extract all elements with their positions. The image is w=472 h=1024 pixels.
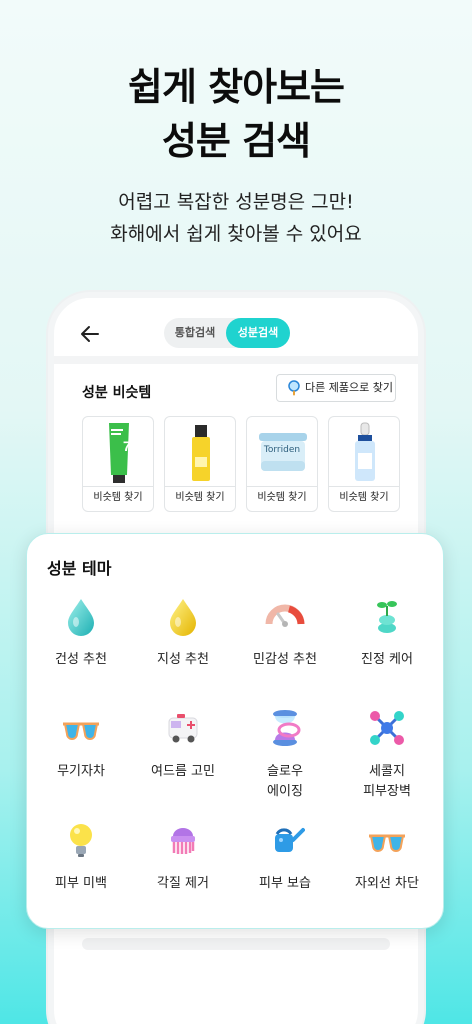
svg-text:7: 7 [123,438,131,454]
headline-line-2: 성분 검색 [161,119,311,163]
green-tube-cream-icon: 7 [109,423,131,483]
water-drop-icon [68,599,94,636]
placeholder-bar [82,938,390,950]
theme-item-label: 건성 추천 [55,652,107,667]
theme-item-label: 자외선 차단 [355,876,419,891]
theme-item-label: 지성 추천 [157,652,209,667]
theme-item-sensitive-skin[interactable]: 민감성 추천 [233,596,337,696]
watering-can-icon [275,828,305,852]
product-image [165,417,235,487]
hourglass-icon [273,710,301,746]
product-card[interactable]: 비슷템 찾기 [164,416,236,512]
theme-item-moisturizing[interactable]: 피부 보습 [233,820,337,920]
product-card[interactable]: 비슷템 찾기 [328,416,400,512]
headline-line-1: 쉽게 찾아보는 [128,65,345,109]
find-other-product-button[interactable]: 다른 제품으로 찾기 [276,374,396,402]
find-other-product-label: 다른 제품으로 찾기 [305,381,393,394]
product-find-label: 비슷템 찾기 [93,492,143,503]
section-divider [54,356,418,364]
theme-item-label: 세콜지 피부장벽 [363,764,411,799]
headline: 쉽게 찾아보는 성분 검색 [0,60,472,168]
blue-dropper-bottle-icon [355,422,375,481]
theme-item-label: 슬로우 에이징 [267,764,303,799]
theme-item-label: 민감성 추천 [253,652,317,667]
product-brand: Torriden [263,445,301,455]
similar-items-title: 성분 비슷템 [82,385,152,401]
product-card[interactable]: Torriden 비슷템 찾기 [246,416,318,512]
lightbulb-icon [70,824,92,857]
app-header: 통합검색 성분검색 [66,314,406,354]
theme-item-uv-protection[interactable]: 자외선 차단 [335,820,439,920]
product-find-label: 비슷템 찾기 [339,492,389,503]
theme-item-exfoliation[interactable]: 각질 제거 [131,820,235,920]
theme-item-label: 피부 보습 [259,876,311,891]
theme-item-label: 여드름 고민 [151,764,215,779]
sprout-icon [377,601,397,633]
tab-integrated-search[interactable]: 통합검색 [164,318,226,348]
theme-item-label: 무기자차 [57,764,105,779]
subhead-line-1: 어렵고 복잡한 성분명은 그만! [118,191,354,213]
search-mode-toggle: 통합검색 성분검색 [164,318,290,348]
back-arrow-icon[interactable] [78,322,102,346]
product-image: Torriden [247,417,317,487]
product-find-label: 비슷템 찾기 [257,492,307,503]
ambulance-icon [168,714,198,743]
theme-item-label: 진정 케어 [361,652,413,667]
theme-item-mineral-sunscreen[interactable]: 무기자차 [29,708,133,808]
subhead: 어렵고 복잡한 성분명은 그만! 화해에서 쉽게 찾아볼 수 있어요 [0,186,472,250]
product-image [329,417,399,487]
brush-icon [171,828,195,854]
product-list: 7 비슷템 찾기 비슷템 찾기 Torriden 비슷템 찾기 비슷템 찾기 [82,416,400,514]
yellow-serum-bottle-icon [192,425,210,481]
oil-drop-icon [170,599,196,636]
magnifier-icon [288,380,300,396]
theme-item-whitening[interactable]: 피부 미백 [29,820,133,920]
theme-item-label: 피부 미백 [55,876,107,891]
theme-item-acne[interactable]: 여드름 고민 [131,708,235,808]
tab-ingredient-search[interactable]: 성분검색 [226,318,290,348]
theme-item-dry-skin[interactable]: 건성 추천 [29,596,133,696]
ingredient-theme-card: 성분 테마 건성 추천 지성 추천 민감성 추천 진정 케어 무기자차 여드름 … [26,533,444,929]
product-find-label: 비슷템 찾기 [175,492,225,503]
product-image: 7 [83,417,153,487]
theme-item-slow-aging[interactable]: 슬로우 에이징 [233,708,337,808]
subhead-line-2: 화해에서 쉽게 찾아볼 수 있어요 [110,223,362,245]
theme-title: 성분 테마 [47,559,112,578]
molecule-icon [370,711,404,745]
theme-item-oily-skin[interactable]: 지성 추천 [131,596,235,696]
product-card[interactable]: 7 비슷템 찾기 [82,416,154,512]
theme-item-soothing-care[interactable]: 진정 케어 [335,596,439,696]
gauge-icon [265,604,305,627]
sunglasses-icon [369,834,405,852]
sunglasses-icon [63,722,99,740]
theme-item-label: 각질 제거 [157,876,209,891]
theme-item-ceramide-barrier[interactable]: 세콜지 피부장벽 [335,708,439,808]
